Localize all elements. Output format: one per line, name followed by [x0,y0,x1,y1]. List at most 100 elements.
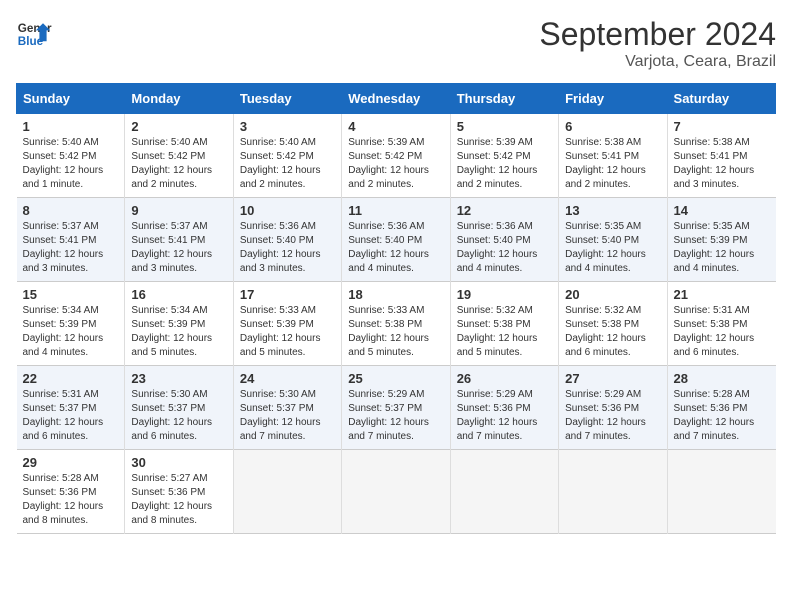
day-number: 3 [240,119,335,134]
day-number: 5 [457,119,552,134]
week-row-5: 29 Sunrise: 5:28 AM Sunset: 5:36 PM Dayli… [17,450,776,534]
day-info: Sunrise: 5:36 AM Sunset: 5:40 PM Dayligh… [240,220,335,276]
day-number: 28 [674,371,770,386]
calendar-cell: 9Sunrise: 5:37 AM Sunset: 5:41 PM Daylig… [125,198,233,282]
day-number: 27 [565,371,660,386]
calendar-cell: 1 Sunrise: 5:40 AM Sunset: 5:42 PM Daylig… [17,114,125,198]
logo: General Blue [16,16,52,52]
calendar-cell: 19 Sunrise: 5:32 AM Sunset: 5:38 PM Dayli… [450,282,558,366]
day-info: Sunrise: 5:31 AM Sunset: 5:37 PM Dayligh… [23,388,119,444]
calendar-cell: 3 Sunrise: 5:40 AM Sunset: 5:42 PM Daylig… [233,114,341,198]
week-row-2: 8 Sunrise: 5:37 AM Sunset: 5:41 PM Daylig… [17,198,776,282]
day-info: Sunrise: 5:40 AM Sunset: 5:42 PM Dayligh… [131,136,226,192]
day-info: Sunrise: 5:28 AM Sunset: 5:36 PM Dayligh… [23,472,119,528]
title-area: September 2024 Varjota, Ceara, Brazil [539,16,776,71]
calendar-cell [450,450,558,534]
calendar-cell: 4 Sunrise: 5:39 AM Sunset: 5:42 PM Daylig… [342,114,450,198]
calendar-cell: 13 Sunrise: 5:35 AM Sunset: 5:40 PM Dayli… [559,198,667,282]
calendar-cell [559,450,667,534]
calendar-cell: 12 Sunrise: 5:36 AM Sunset: 5:40 PM Dayli… [450,198,558,282]
day-info: Sunrise: 5:29 AM Sunset: 5:36 PM Dayligh… [565,388,660,444]
day-number: 2 [131,119,226,134]
calendar-header-row: SundayMondayTuesdayWednesdayThursdayFrid… [17,84,776,114]
day-number: 30 [131,455,226,470]
column-header-sunday: Sunday [17,84,125,114]
day-number: 11 [348,203,443,218]
calendar-cell: 10 Sunrise: 5:36 AM Sunset: 5:40 PM Dayli… [233,198,341,282]
day-number: 4 [348,119,443,134]
day-number: 18 [348,287,443,302]
calendar-cell: 5 Sunrise: 5:39 AM Sunset: 5:42 PM Daylig… [450,114,558,198]
day-number: 19 [457,287,552,302]
month-title: September 2024 [539,16,776,53]
calendar-cell [233,450,341,534]
day-number: 12 [457,203,552,218]
column-header-friday: Friday [559,84,667,114]
day-info: Sunrise: 5:29 AM Sunset: 5:36 PM Dayligh… [457,388,552,444]
column-header-saturday: Saturday [667,84,775,114]
day-number: 6 [565,119,660,134]
day-number: 14 [674,203,770,218]
day-info: Sunrise: 5:33 AM Sunset: 5:38 PM Dayligh… [348,304,443,360]
calendar-cell: 14Sunrise: 5:35 AM Sunset: 5:39 PM Dayli… [667,198,775,282]
week-row-4: 22 Sunrise: 5:31 AM Sunset: 5:37 PM Dayli… [17,366,776,450]
calendar-cell: 24Sunrise: 5:30 AM Sunset: 5:37 PM Dayli… [233,366,341,450]
calendar-cell: 30 Sunrise: 5:27 AM Sunset: 5:36 PM Dayli… [125,450,233,534]
day-info: Sunrise: 5:36 AM Sunset: 5:40 PM Dayligh… [348,220,443,276]
day-info: Sunrise: 5:27 AM Sunset: 5:36 PM Dayligh… [131,472,226,528]
day-number: 21 [674,287,770,302]
calendar-cell: 29 Sunrise: 5:28 AM Sunset: 5:36 PM Dayli… [17,450,125,534]
day-info: Sunrise: 5:37 AM Sunset: 5:41 PM Dayligh… [23,220,119,276]
calendar-cell: 15Sunrise: 5:34 AM Sunset: 5:39 PM Dayli… [17,282,125,366]
day-number: 26 [457,371,552,386]
week-row-3: 15Sunrise: 5:34 AM Sunset: 5:39 PM Dayli… [17,282,776,366]
day-number: 29 [23,455,119,470]
calendar-table: SundayMondayTuesdayWednesdayThursdayFrid… [16,83,776,534]
day-info: Sunrise: 5:32 AM Sunset: 5:38 PM Dayligh… [457,304,552,360]
day-info: Sunrise: 5:36 AM Sunset: 5:40 PM Dayligh… [457,220,552,276]
day-info: Sunrise: 5:40 AM Sunset: 5:42 PM Dayligh… [240,136,335,192]
day-info: Sunrise: 5:38 AM Sunset: 5:41 PM Dayligh… [674,136,770,192]
day-info: Sunrise: 5:34 AM Sunset: 5:39 PM Dayligh… [131,304,226,360]
column-header-tuesday: Tuesday [233,84,341,114]
column-header-monday: Monday [125,84,233,114]
day-info: Sunrise: 5:38 AM Sunset: 5:41 PM Dayligh… [565,136,660,192]
calendar-cell: 25 Sunrise: 5:29 AM Sunset: 5:37 PM Dayli… [342,366,450,450]
calendar-cell: 18 Sunrise: 5:33 AM Sunset: 5:38 PM Dayli… [342,282,450,366]
day-info: Sunrise: 5:30 AM Sunset: 5:37 PM Dayligh… [131,388,226,444]
day-number: 22 [23,371,119,386]
day-number: 25 [348,371,443,386]
calendar-cell: 27 Sunrise: 5:29 AM Sunset: 5:36 PM Dayli… [559,366,667,450]
week-row-1: 1 Sunrise: 5:40 AM Sunset: 5:42 PM Daylig… [17,114,776,198]
calendar-cell: 16 Sunrise: 5:34 AM Sunset: 5:39 PM Dayli… [125,282,233,366]
day-info: Sunrise: 5:37 AM Sunset: 5:41 PM Dayligh… [131,220,226,276]
logo-icon: General Blue [16,16,52,52]
day-number: 20 [565,287,660,302]
day-number: 7 [674,119,770,134]
calendar-cell [667,450,775,534]
day-info: Sunrise: 5:31 AM Sunset: 5:38 PM Dayligh… [674,304,770,360]
day-number: 10 [240,203,335,218]
day-number: 13 [565,203,660,218]
day-number: 8 [23,203,119,218]
calendar-cell: 26 Sunrise: 5:29 AM Sunset: 5:36 PM Dayli… [450,366,558,450]
calendar-cell: 21 Sunrise: 5:31 AM Sunset: 5:38 PM Dayli… [667,282,775,366]
day-info: Sunrise: 5:39 AM Sunset: 5:42 PM Dayligh… [457,136,552,192]
calendar-body: 1 Sunrise: 5:40 AM Sunset: 5:42 PM Daylig… [17,114,776,534]
calendar-cell: 23Sunrise: 5:30 AM Sunset: 5:37 PM Dayli… [125,366,233,450]
day-number: 1 [23,119,119,134]
day-info: Sunrise: 5:35 AM Sunset: 5:40 PM Dayligh… [565,220,660,276]
calendar-cell: 17 Sunrise: 5:33 AM Sunset: 5:39 PM Dayli… [233,282,341,366]
day-info: Sunrise: 5:34 AM Sunset: 5:39 PM Dayligh… [23,304,119,360]
calendar-cell: 22 Sunrise: 5:31 AM Sunset: 5:37 PM Dayli… [17,366,125,450]
day-info: Sunrise: 5:33 AM Sunset: 5:39 PM Dayligh… [240,304,335,360]
calendar-cell: 8 Sunrise: 5:37 AM Sunset: 5:41 PM Daylig… [17,198,125,282]
day-info: Sunrise: 5:28 AM Sunset: 5:36 PM Dayligh… [674,388,770,444]
calendar-cell: 6 Sunrise: 5:38 AM Sunset: 5:41 PM Daylig… [559,114,667,198]
day-info: Sunrise: 5:39 AM Sunset: 5:42 PM Dayligh… [348,136,443,192]
day-number: 17 [240,287,335,302]
calendar-cell: 28 Sunrise: 5:28 AM Sunset: 5:36 PM Dayli… [667,366,775,450]
day-info: Sunrise: 5:40 AM Sunset: 5:42 PM Dayligh… [23,136,119,192]
day-info: Sunrise: 5:29 AM Sunset: 5:37 PM Dayligh… [348,388,443,444]
day-number: 16 [131,287,226,302]
